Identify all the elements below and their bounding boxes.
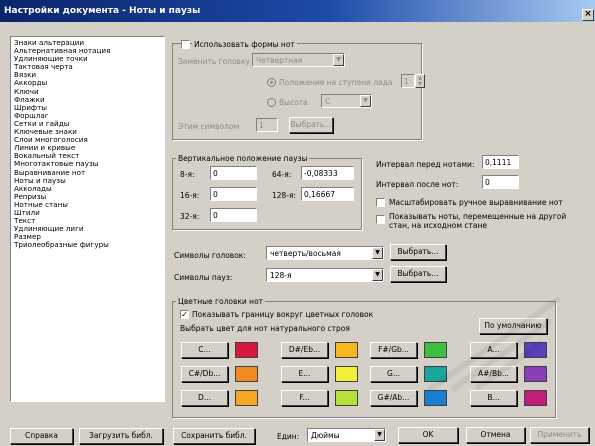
height-label: Высота xyxy=(279,98,308,107)
rest-8-label: 8-я: xyxy=(180,170,195,179)
note-color-swatch[interactable] xyxy=(235,342,258,358)
interval-before-input[interactable]: 0,1111 xyxy=(482,155,519,169)
note-color-button[interactable]: D#/Eb... xyxy=(281,342,328,358)
interval-after-input[interactable]: 0 xyxy=(482,175,519,189)
symbol-label: Этим символом xyxy=(178,122,240,131)
note-color-swatch[interactable] xyxy=(335,390,358,406)
symbol-input[interactable]: 1 xyxy=(256,118,278,132)
position-spinner[interactable]: ▲ ▼ xyxy=(415,74,425,88)
units-label: Един: xyxy=(277,432,300,441)
head-symbols-label: Символы головок: xyxy=(174,251,246,260)
symbol-choose-button[interactable]: Выбрать... xyxy=(289,117,333,133)
window-title: Настройки документа - Ноты и паузы xyxy=(4,6,201,16)
use-shapes-checkbox[interactable] xyxy=(181,40,190,49)
head-symbols-choose-button[interactable]: Выбрать... xyxy=(390,244,446,260)
scale-align-checkbox[interactable] xyxy=(376,198,385,207)
note-color-button[interactable]: C... xyxy=(181,342,228,358)
note-color-button[interactable]: E... xyxy=(281,366,328,382)
note-color-button[interactable]: G#/Ab... xyxy=(370,390,417,406)
rest-8-input[interactable]: 0 xyxy=(210,166,257,180)
units-value: Дюймы xyxy=(311,431,340,440)
position-input[interactable]: 1 xyxy=(401,74,415,88)
head-symbols-value: четверть/восьмая xyxy=(270,249,341,258)
height-value: C xyxy=(325,97,331,106)
note-color-swatch[interactable] xyxy=(524,342,547,358)
height-radio[interactable] xyxy=(267,98,276,107)
titlebar: Настройки документа - Ноты и паузы × xyxy=(0,0,595,22)
note-color-button[interactable]: A#/Bb... xyxy=(470,366,517,382)
note-color-swatch[interactable] xyxy=(524,366,547,382)
use-shapes-label: Использовать формы нот xyxy=(192,40,297,49)
default-colors-button[interactable]: По умолчанию xyxy=(479,318,547,334)
note-color-swatch[interactable] xyxy=(524,390,547,406)
head-symbols-select[interactable]: четверть/восьмая ▼ xyxy=(266,246,384,260)
chevron-down-icon: ▼ xyxy=(360,95,371,107)
replace-head-select[interactable]: Четвертная ▼ xyxy=(252,53,345,67)
ok-button[interactable]: OK xyxy=(398,427,458,443)
note-color-swatch[interactable] xyxy=(235,366,258,382)
chevron-down-icon: ▼ xyxy=(372,269,383,281)
rest-16-label: 16-я: xyxy=(180,191,200,200)
note-color-button[interactable]: F... xyxy=(281,390,328,406)
category-list[interactable]: Знаки альтерации Альтернативная нотация Уд… xyxy=(10,36,165,402)
note-color-swatch[interactable] xyxy=(424,390,447,406)
close-button[interactable]: × xyxy=(582,9,594,21)
note-color-swatch[interactable] xyxy=(424,342,447,358)
note-color-button[interactable]: D... xyxy=(181,390,228,406)
rest-32-label: 32-я: xyxy=(180,212,200,221)
chevron-down-icon: ▼ xyxy=(372,247,383,259)
note-color-swatch[interactable] xyxy=(235,390,258,406)
save-library-button[interactable]: Сохранить библ. xyxy=(173,428,255,444)
note-color-button[interactable]: C#/Db... xyxy=(181,366,228,382)
replace-head-value: Четвертная xyxy=(256,56,303,65)
height-select[interactable]: C ▼ xyxy=(321,94,372,108)
rest-16-input[interactable]: 0 xyxy=(210,187,257,201)
scale-align-label: Масштабировать ручное выравнивание нот xyxy=(389,198,563,207)
cancel-button[interactable]: Отмена xyxy=(466,427,525,443)
note-color-swatch[interactable] xyxy=(335,342,358,358)
show-moved-checkbox[interactable] xyxy=(376,215,385,224)
rest-64-input[interactable]: -0,08333 xyxy=(301,166,354,180)
interval-before-label: Интервал перед нотами: xyxy=(376,160,475,169)
list-item[interactable]: Штили xyxy=(13,208,164,217)
border-checkbox[interactable]: ✓ xyxy=(180,310,189,319)
rest-symbols-select[interactable]: 128-я ▼ xyxy=(266,268,384,282)
rest-64-label: 64-я: xyxy=(272,170,292,179)
rest-32-input[interactable]: 0 xyxy=(210,208,257,222)
pick-color-label: Выбрать цвет для нот натурального строя xyxy=(180,324,350,333)
note-color-button[interactable]: G... xyxy=(370,366,417,382)
border-label: Показывать границу вокруг цветных голово… xyxy=(192,310,374,319)
note-color-button[interactable]: B... xyxy=(470,390,517,406)
note-color-button[interactable]: F#/Gb... xyxy=(370,342,417,358)
note-color-button[interactable]: A... xyxy=(470,342,517,358)
position-label: Положение на ступени лада xyxy=(279,78,393,87)
units-select[interactable]: Дюймы ▼ xyxy=(307,428,386,442)
show-moved-label: Показывать ноты, перемещенные на другой … xyxy=(389,212,567,230)
colored-heads-title: Цветные головки нот xyxy=(176,297,266,306)
note-color-swatch[interactable] xyxy=(424,366,447,382)
interval-after-label: Интервал после нот: xyxy=(376,180,459,189)
rest-symbols-choose-button[interactable]: Выбрать... xyxy=(390,266,446,282)
rest-128-input[interactable]: 0,16667 xyxy=(301,187,354,201)
rest-position-title: Вертикальное положение паузы xyxy=(176,154,310,163)
note-color-swatch[interactable] xyxy=(335,366,358,382)
rest-symbols-label: Символы пауз: xyxy=(174,273,233,282)
help-button[interactable]: Справка xyxy=(10,428,73,444)
rest-symbols-value: 128-я xyxy=(270,271,292,280)
list-item[interactable]: Триолеобразные фигуры xyxy=(13,241,164,249)
replace-head-label: Заменить головку xyxy=(178,57,250,66)
apply-button[interactable]: Применить xyxy=(530,427,589,443)
load-library-button[interactable]: Загрузить библ. xyxy=(79,428,163,444)
chevron-down-icon: ▼ xyxy=(374,429,385,441)
position-radio[interactable] xyxy=(267,78,276,87)
rest-128-label: 128-я: xyxy=(272,191,297,200)
chevron-down-icon: ▼ xyxy=(333,54,344,66)
